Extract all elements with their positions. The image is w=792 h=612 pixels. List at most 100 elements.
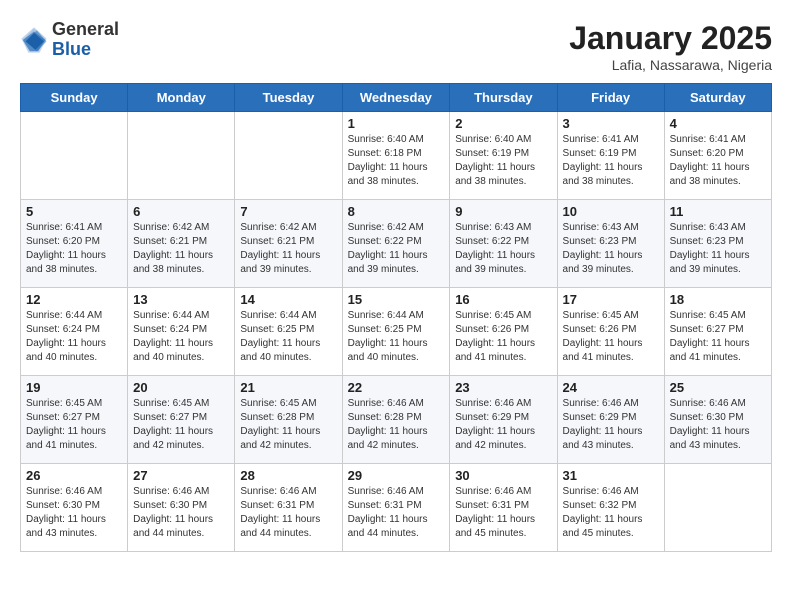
- day-info: Sunrise: 6:44 AMSunset: 6:24 PMDaylight:…: [26, 309, 122, 365]
- calendar-cell: 11 Sunrise: 6:43 AMSunset: 6:23 PMDayligh…: [664, 200, 771, 288]
- calendar-cell: [235, 112, 342, 200]
- weekday-header-sunday: Sunday: [21, 84, 128, 112]
- day-info: Sunrise: 6:46 AMSunset: 6:31 PMDaylight:…: [240, 485, 336, 541]
- title-block: January 2025 Lafia, Nassarawa, Nigeria: [569, 20, 772, 73]
- calendar-week-row: 26 Sunrise: 6:46 AMSunset: 6:30 PMDayligh…: [21, 464, 772, 552]
- day-number: 11: [670, 204, 766, 219]
- day-number: 8: [348, 204, 445, 219]
- day-info: Sunrise: 6:45 AMSunset: 6:26 PMDaylight:…: [563, 309, 659, 365]
- weekday-header-row: SundayMondayTuesdayWednesdayThursdayFrid…: [21, 84, 772, 112]
- day-number: 23: [455, 380, 551, 395]
- day-number: 18: [670, 292, 766, 307]
- day-number: 15: [348, 292, 445, 307]
- day-info: Sunrise: 6:40 AMSunset: 6:19 PMDaylight:…: [455, 133, 551, 189]
- day-number: 5: [26, 204, 122, 219]
- calendar-cell: 9 Sunrise: 6:43 AMSunset: 6:22 PMDaylight…: [450, 200, 557, 288]
- day-number: 22: [348, 380, 445, 395]
- calendar-cell: 21 Sunrise: 6:45 AMSunset: 6:28 PMDayligh…: [235, 376, 342, 464]
- calendar-cell: 14 Sunrise: 6:44 AMSunset: 6:25 PMDayligh…: [235, 288, 342, 376]
- day-number: 6: [133, 204, 229, 219]
- calendar-cell: 28 Sunrise: 6:46 AMSunset: 6:31 PMDayligh…: [235, 464, 342, 552]
- day-info: Sunrise: 6:43 AMSunset: 6:23 PMDaylight:…: [563, 221, 659, 277]
- day-info: Sunrise: 6:45 AMSunset: 6:27 PMDaylight:…: [133, 397, 229, 453]
- calendar-cell: 15 Sunrise: 6:44 AMSunset: 6:25 PMDayligh…: [342, 288, 450, 376]
- location-subtitle: Lafia, Nassarawa, Nigeria: [569, 57, 772, 73]
- weekday-header-saturday: Saturday: [664, 84, 771, 112]
- day-number: 31: [563, 468, 659, 483]
- logo-general: General: [52, 20, 119, 40]
- day-number: 28: [240, 468, 336, 483]
- day-number: 21: [240, 380, 336, 395]
- day-info: Sunrise: 6:42 AMSunset: 6:22 PMDaylight:…: [348, 221, 445, 277]
- calendar-cell: 3 Sunrise: 6:41 AMSunset: 6:19 PMDaylight…: [557, 112, 664, 200]
- day-info: Sunrise: 6:45 AMSunset: 6:28 PMDaylight:…: [240, 397, 336, 453]
- day-number: 30: [455, 468, 551, 483]
- day-info: Sunrise: 6:44 AMSunset: 6:25 PMDaylight:…: [240, 309, 336, 365]
- calendar-cell: 5 Sunrise: 6:41 AMSunset: 6:20 PMDaylight…: [21, 200, 128, 288]
- calendar-cell: 30 Sunrise: 6:46 AMSunset: 6:31 PMDayligh…: [450, 464, 557, 552]
- day-info: Sunrise: 6:45 AMSunset: 6:26 PMDaylight:…: [455, 309, 551, 365]
- calendar-cell: 27 Sunrise: 6:46 AMSunset: 6:30 PMDayligh…: [128, 464, 235, 552]
- day-number: 27: [133, 468, 229, 483]
- day-info: Sunrise: 6:41 AMSunset: 6:20 PMDaylight:…: [26, 221, 122, 277]
- calendar-cell: 25Sunrise: 6:46 AMSunset: 6:30 PMDayligh…: [664, 376, 771, 464]
- weekday-header-monday: Monday: [128, 84, 235, 112]
- day-number: 14: [240, 292, 336, 307]
- day-info: Sunrise: 6:46 AMSunset: 6:29 PMDaylight:…: [455, 397, 551, 453]
- calendar-cell: 1Sunrise: 6:40 AMSunset: 6:18 PMDaylight…: [342, 112, 450, 200]
- day-number: 7: [240, 204, 336, 219]
- calendar-week-row: 5 Sunrise: 6:41 AMSunset: 6:20 PMDaylight…: [21, 200, 772, 288]
- day-info: Sunrise: 6:43 AMSunset: 6:23 PMDaylight:…: [670, 221, 766, 277]
- day-number: 12: [26, 292, 122, 307]
- day-number: 25: [670, 380, 766, 395]
- day-info: Sunrise: 6:46 AMSunset: 6:32 PMDaylight:…: [563, 485, 659, 541]
- day-number: 26: [26, 468, 122, 483]
- day-info: Sunrise: 6:41 AMSunset: 6:19 PMDaylight:…: [563, 133, 659, 189]
- page-header: General Blue January 2025 Lafia, Nassara…: [20, 20, 772, 73]
- calendar-cell: 4 Sunrise: 6:41 AMSunset: 6:20 PMDaylight…: [664, 112, 771, 200]
- day-number: 24: [563, 380, 659, 395]
- calendar-cell: 22 Sunrise: 6:46 AMSunset: 6:28 PMDayligh…: [342, 376, 450, 464]
- day-number: 4: [670, 116, 766, 131]
- day-info: Sunrise: 6:41 AMSunset: 6:20 PMDaylight:…: [670, 133, 766, 189]
- calendar-cell: 19Sunrise: 6:45 AMSunset: 6:27 PMDayligh…: [21, 376, 128, 464]
- day-info: Sunrise: 6:46 AMSunset: 6:30 PMDaylight:…: [26, 485, 122, 541]
- calendar-cell: [21, 112, 128, 200]
- day-number: 13: [133, 292, 229, 307]
- calendar-cell: [664, 464, 771, 552]
- calendar-cell: 12 Sunrise: 6:44 AMSunset: 6:24 PMDayligh…: [21, 288, 128, 376]
- day-info: Sunrise: 6:46 AMSunset: 6:31 PMDaylight:…: [348, 485, 445, 541]
- weekday-header-friday: Friday: [557, 84, 664, 112]
- calendar-cell: 17 Sunrise: 6:45 AMSunset: 6:26 PMDayligh…: [557, 288, 664, 376]
- weekday-header-tuesday: Tuesday: [235, 84, 342, 112]
- day-number: 2: [455, 116, 551, 131]
- calendar-cell: 18 Sunrise: 6:45 AMSunset: 6:27 PMDayligh…: [664, 288, 771, 376]
- day-info: Sunrise: 6:46 AMSunset: 6:31 PMDaylight:…: [455, 485, 551, 541]
- day-info: Sunrise: 6:46 AMSunset: 6:30 PMDaylight:…: [133, 485, 229, 541]
- calendar-table: SundayMondayTuesdayWednesdayThursdayFrid…: [20, 83, 772, 552]
- logo-blue: Blue: [52, 40, 119, 60]
- day-number: 17: [563, 292, 659, 307]
- day-number: 20: [133, 380, 229, 395]
- day-info: Sunrise: 6:43 AMSunset: 6:22 PMDaylight:…: [455, 221, 551, 277]
- calendar-cell: [128, 112, 235, 200]
- calendar-week-row: 1Sunrise: 6:40 AMSunset: 6:18 PMDaylight…: [21, 112, 772, 200]
- day-info: Sunrise: 6:44 AMSunset: 6:25 PMDaylight:…: [348, 309, 445, 365]
- day-info: Sunrise: 6:46 AMSunset: 6:28 PMDaylight:…: [348, 397, 445, 453]
- weekday-header-thursday: Thursday: [450, 84, 557, 112]
- calendar-cell: 16Sunrise: 6:45 AMSunset: 6:26 PMDayligh…: [450, 288, 557, 376]
- day-info: Sunrise: 6:45 AMSunset: 6:27 PMDaylight:…: [670, 309, 766, 365]
- calendar-cell: 29Sunrise: 6:46 AMSunset: 6:31 PMDayligh…: [342, 464, 450, 552]
- calendar-week-row: 12 Sunrise: 6:44 AMSunset: 6:24 PMDayligh…: [21, 288, 772, 376]
- calendar-cell: 7Sunrise: 6:42 AMSunset: 6:21 PMDaylight…: [235, 200, 342, 288]
- day-number: 9: [455, 204, 551, 219]
- day-number: 10: [563, 204, 659, 219]
- day-number: 1: [348, 116, 445, 131]
- calendar-cell: 20 Sunrise: 6:45 AMSunset: 6:27 PMDayligh…: [128, 376, 235, 464]
- calendar-cell: 2 Sunrise: 6:40 AMSunset: 6:19 PMDaylight…: [450, 112, 557, 200]
- logo: General Blue: [20, 20, 119, 60]
- day-number: 3: [563, 116, 659, 131]
- logo-icon: [20, 26, 48, 54]
- calendar-cell: 13Sunrise: 6:44 AMSunset: 6:24 PMDayligh…: [128, 288, 235, 376]
- weekday-header-wednesday: Wednesday: [342, 84, 450, 112]
